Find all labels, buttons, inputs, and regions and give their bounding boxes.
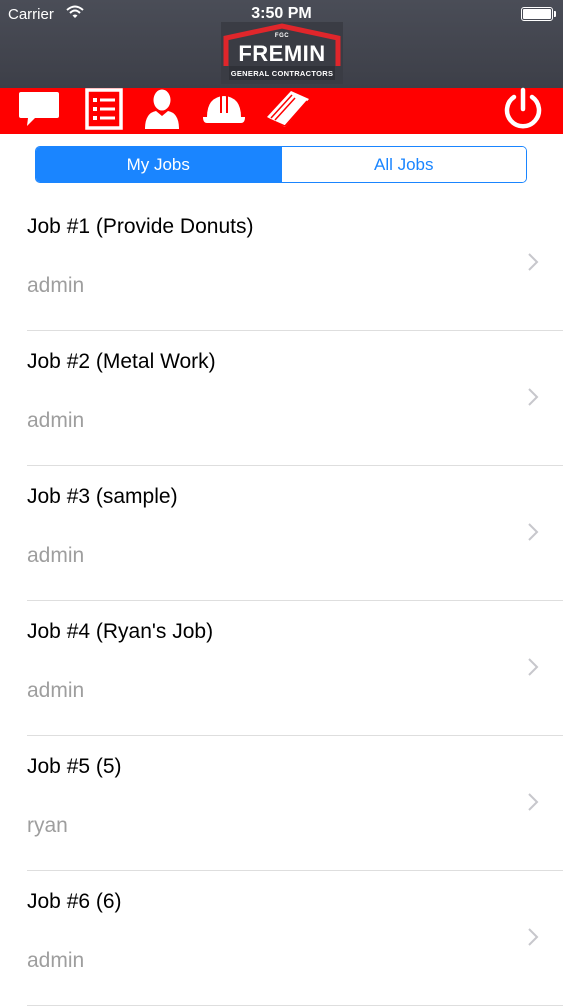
logo-initials: FGC [274, 33, 290, 39]
job-row[interactable]: Job #1 (Provide Donuts) admin [27, 196, 563, 331]
safety-button[interactable] [200, 88, 248, 134]
book-icon [265, 89, 311, 134]
segment-my-jobs[interactable]: My Jobs [36, 147, 281, 182]
power-icon [501, 87, 545, 136]
job-owner: ryan [27, 814, 68, 837]
job-row[interactable]: Job #5 (5) ryan [27, 736, 563, 871]
clock: 3:50 PM [251, 5, 312, 22]
job-title: Job #1 (Provide Donuts) [27, 215, 254, 238]
job-title: Job #4 (Ryan's Job) [27, 620, 214, 643]
job-row[interactable]: Job #3 (sample) admin [27, 466, 563, 601]
job-owner: admin [27, 949, 85, 972]
job-list: Job #1 (Provide Donuts) admin Job #2 (Me… [0, 196, 563, 1006]
job-owner: admin [27, 544, 85, 567]
chevron-right-icon [527, 522, 539, 547]
job-title: Job #5 (5) [27, 755, 122, 778]
chevron-right-icon [527, 927, 539, 952]
chevron-right-icon [527, 792, 539, 817]
chat-bubble-icon [17, 90, 61, 133]
user-icon [142, 88, 182, 135]
tasks-button[interactable] [82, 87, 126, 135]
documents-button[interactable] [264, 88, 312, 134]
profile-button[interactable] [140, 88, 184, 134]
job-row[interactable]: Job #2 (Metal Work) admin [27, 331, 563, 466]
chevron-right-icon [527, 657, 539, 682]
job-row[interactable]: Job #6 (6) admin [27, 871, 563, 1006]
hard-hat-icon [201, 91, 247, 132]
chevron-right-icon [527, 252, 539, 277]
job-title: Job #2 (Metal Work) [27, 350, 216, 373]
logo-subtitle: GENERAL CONTRACTORS [230, 69, 334, 78]
segment-all-jobs[interactable]: All Jobs [280, 147, 526, 182]
app-header: Carrier 3:50 PM FGC FREMIN GENERAL CONTR… [0, 0, 563, 88]
jobs-filter-segmented-control: My Jobs All Jobs [35, 146, 527, 183]
company-logo: FGC FREMIN GENERAL CONTRACTORS [221, 22, 343, 84]
job-row[interactable]: Job #4 (Ryan's Job) admin [27, 601, 563, 736]
checklist-icon [84, 87, 124, 135]
job-owner: admin [27, 679, 85, 702]
chevron-right-icon [527, 387, 539, 412]
job-title: Job #3 (sample) [27, 485, 178, 508]
messages-button[interactable] [14, 88, 64, 134]
logo-name: FREMIN [238, 41, 326, 66]
job-owner: admin [27, 409, 85, 432]
main-toolbar [0, 87, 563, 136]
job-owner: admin [27, 274, 85, 297]
battery-icon [521, 7, 556, 21]
logout-button[interactable] [498, 87, 548, 136]
job-title: Job #6 (6) [27, 890, 122, 913]
